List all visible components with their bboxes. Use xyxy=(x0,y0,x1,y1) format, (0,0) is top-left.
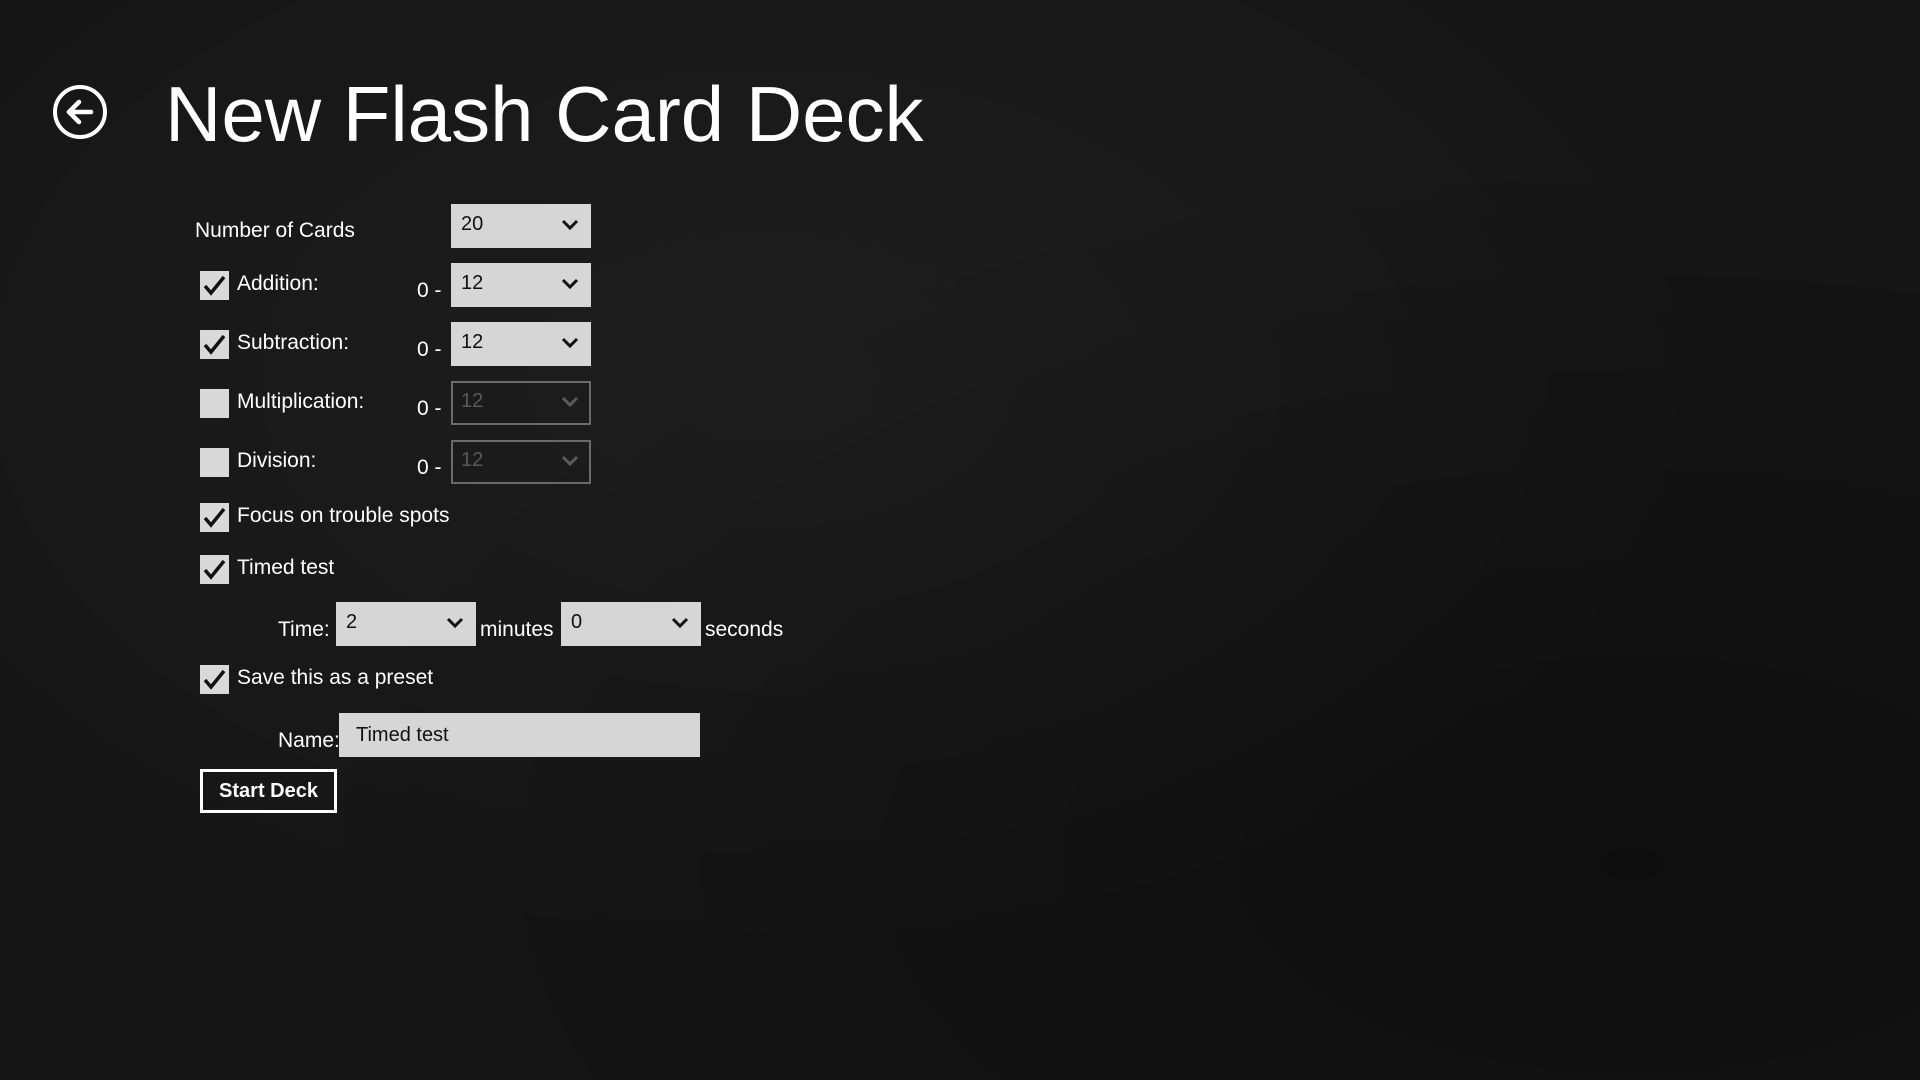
division-checkbox[interactable] xyxy=(200,448,229,477)
subtraction-max-value: 12 xyxy=(461,331,484,353)
addition-range-prefix: 0 - xyxy=(417,279,442,302)
addition-checkbox[interactable] xyxy=(200,271,229,300)
seconds-label: seconds xyxy=(705,618,784,641)
timed-test-checkbox[interactable] xyxy=(200,555,229,584)
preset-name-input[interactable] xyxy=(339,713,700,757)
checkmark-icon xyxy=(203,559,226,580)
multiplication-max-value: 12 xyxy=(461,390,484,412)
addition-max-value: 12 xyxy=(461,272,484,294)
back-button[interactable] xyxy=(53,85,107,139)
multiplication-max-select: 12 xyxy=(451,381,591,425)
chevron-down-icon xyxy=(671,617,689,629)
back-arrow-icon xyxy=(66,99,94,125)
chevron-down-icon xyxy=(561,396,579,408)
chevron-down-icon xyxy=(561,337,579,349)
minutes-label: minutes xyxy=(480,618,554,641)
multiplication-checkbox[interactable] xyxy=(200,389,229,418)
checkmark-icon xyxy=(203,507,226,528)
number-of-cards-select[interactable]: 20 xyxy=(451,204,591,248)
chevron-down-icon xyxy=(446,617,464,629)
checkmark-icon xyxy=(203,275,226,296)
timed-test-label: Timed test xyxy=(237,556,335,579)
focus-trouble-spots-checkbox[interactable] xyxy=(200,503,229,532)
multiplication-label: Multiplication: xyxy=(237,390,365,413)
checkmark-icon xyxy=(203,669,226,690)
division-range-prefix: 0 - xyxy=(417,456,442,479)
division-label: Division: xyxy=(237,449,317,472)
subtraction-max-select[interactable]: 12 xyxy=(451,322,591,366)
save-preset-checkbox[interactable] xyxy=(200,665,229,694)
minutes-value: 2 xyxy=(346,611,358,633)
checkmark-icon xyxy=(203,334,226,355)
chevron-down-icon xyxy=(561,219,579,231)
seconds-value: 0 xyxy=(571,611,583,633)
focus-trouble-spots-label: Focus on trouble spots xyxy=(237,504,450,527)
chevron-down-icon xyxy=(561,278,579,290)
time-label: Time: xyxy=(278,618,330,641)
page-title: New Flash Card Deck xyxy=(165,70,924,158)
number-of-cards-value: 20 xyxy=(461,213,484,235)
app-page: New Flash Card Deck Number of Cards 20 A… xyxy=(0,0,1920,1080)
division-max-value: 12 xyxy=(461,449,484,471)
chevron-down-icon xyxy=(561,455,579,467)
subtraction-checkbox[interactable] xyxy=(200,330,229,359)
subtraction-range-prefix: 0 - xyxy=(417,338,442,361)
start-deck-button[interactable]: Start Deck xyxy=(200,769,337,813)
number-of-cards-label: Number of Cards xyxy=(195,219,355,242)
division-max-select: 12 xyxy=(451,440,591,484)
multiplication-range-prefix: 0 - xyxy=(417,397,442,420)
preset-name-label: Name: xyxy=(278,729,340,752)
minutes-select[interactable]: 2 xyxy=(336,602,476,646)
subtraction-label: Subtraction: xyxy=(237,331,350,354)
addition-label: Addition: xyxy=(237,272,319,295)
seconds-select[interactable]: 0 xyxy=(561,602,701,646)
addition-max-select[interactable]: 12 xyxy=(451,263,591,307)
save-preset-label: Save this as a preset xyxy=(237,666,434,689)
